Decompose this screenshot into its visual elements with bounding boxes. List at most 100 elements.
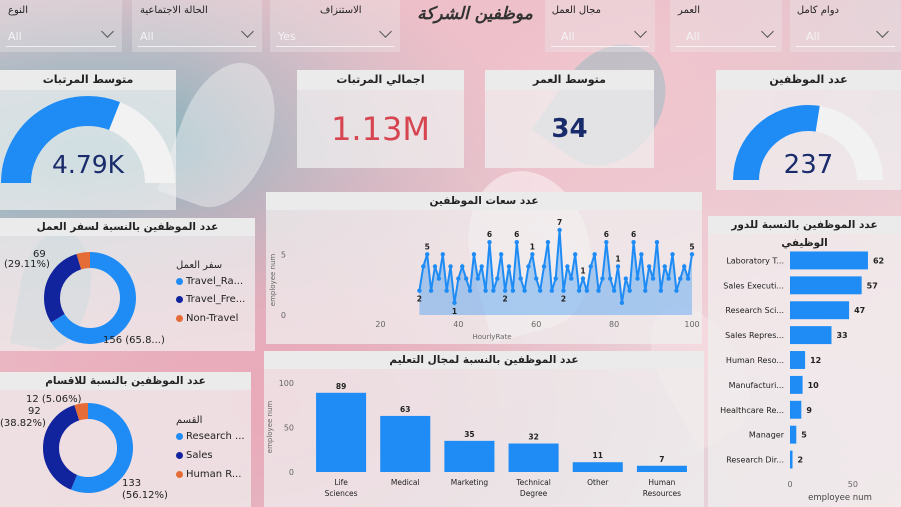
line-point[interactable] [650,276,656,281]
hourly-rate-line-card[interactable]: عدد سعات الموظفين 20 40 60 80 100 0 5 HourlyRat… [266,192,702,344]
line-point[interactable] [545,239,551,245]
line-point[interactable] [666,276,671,281]
line-point[interactable] [514,239,519,245]
slicer-age[interactable]: العمر All [670,0,782,52]
bar[interactable] [790,450,793,469]
line-point[interactable] [537,288,543,293]
slicer-dropdown[interactable]: All [676,24,776,47]
line-point[interactable] [425,252,430,257]
line-point[interactable] [557,227,562,233]
line-point[interactable] [463,276,469,281]
bar[interactable] [790,326,832,345]
bar[interactable] [790,351,806,369]
job-role-bar-chart[interactable]: Laboratory T... 62 Sales Executi... 57 Resea… [708,234,901,507]
bar[interactable] [790,400,802,419]
line-point[interactable] [588,264,593,269]
bar[interactable] [508,443,559,472]
line-point[interactable] [487,239,492,245]
bar[interactable] [444,440,495,472]
line-point[interactable] [502,288,508,293]
line-point[interactable] [670,252,675,257]
bar[interactable] [572,462,623,472]
line-point[interactable] [619,300,625,306]
slicer-dropdown[interactable]: All [551,24,649,47]
slicer-gender[interactable]: النوع All [0,0,122,52]
line-point[interactable] [561,288,566,293]
line-point[interactable] [643,288,648,293]
line-point[interactable] [475,276,481,281]
line-point[interactable] [498,252,504,257]
legend-item[interactable]: Travel_Fre... [176,294,245,305]
line-point[interactable] [572,252,578,257]
line-point[interactable] [596,288,601,293]
line-point[interactable] [608,276,613,281]
slicer-dropdown[interactable]: All [796,24,895,47]
slicer-marital-status[interactable]: الحالة الاجتماعية All [132,0,262,52]
line-point[interactable] [452,300,457,306]
line-point[interactable] [654,239,660,245]
line-point[interactable] [615,264,621,269]
bar[interactable] [790,276,862,295]
line-point[interactable] [689,252,695,257]
slicer-dropdown[interactable]: All [138,24,256,47]
slicer-full-time[interactable]: دوام كامل All [790,0,901,52]
line-point[interactable] [506,264,512,269]
slicer-dropdown[interactable]: Yes [276,24,394,47]
job-role-bar-card[interactable]: عدد الموظفين بالنسبة للدور الوظيفي Labor… [708,216,901,507]
line-point[interactable] [534,276,539,281]
bar[interactable] [790,251,868,270]
kpi-employee-count-card[interactable]: عدد الموظفين 237 [716,70,901,190]
legend-item[interactable]: Non-Travel [176,313,238,324]
line-point[interactable] [635,276,640,281]
line-point[interactable] [611,288,617,293]
line-point[interactable] [592,252,597,257]
line-point[interactable] [491,288,496,293]
line-point[interactable] [662,264,667,269]
line-point[interactable] [569,276,574,281]
line-point[interactable] [518,276,523,281]
line-point[interactable] [444,288,449,293]
hourly-rate-line-chart[interactable]: 20 40 60 80 100 0 5 HourlyRate employee num 2 5 1 6 2… [266,210,702,344]
line-point[interactable] [631,239,636,245]
line-point[interactable] [448,264,453,269]
slicer-dropdown[interactable]: All [6,24,116,47]
department-donut-card[interactable]: عدد الموظفين بالنسبة للاقسام 12 (5.06%) … [0,372,251,507]
line-point[interactable] [604,239,609,245]
bar[interactable] [316,392,367,472]
legend-item[interactable]: Research ... [176,431,245,442]
line-point[interactable] [549,288,555,293]
line-point[interactable] [530,252,535,257]
legend-item[interactable]: Human R... [176,469,241,480]
line-point[interactable] [522,288,527,293]
line-point[interactable] [417,288,422,293]
line-point[interactable] [471,252,477,257]
line-point[interactable] [440,252,445,257]
kpi-avg-age-card[interactable]: متوسط العمر 34 [485,70,654,168]
line-point[interactable] [483,288,488,293]
line-point[interactable] [432,264,438,269]
line-point[interactable] [495,276,500,281]
education-bar-chart[interactable]: 0 50 100 employee num 89 Life Sciences 63 Medica… [264,369,704,507]
bar[interactable] [636,465,687,472]
bar[interactable] [790,425,797,444]
education-bar-card[interactable]: عدد الموظفين بالنسبة لمجال التعليم 0 50 10… [264,351,704,507]
legend-item[interactable]: Travel_Ra... [176,276,243,287]
line-point[interactable] [565,264,570,269]
line-point[interactable] [627,288,632,293]
line-point[interactable] [467,288,473,293]
line-point[interactable] [646,264,652,269]
line-point[interactable] [685,276,691,281]
slicer-attrition[interactable]: الاستنزاف Yes [270,0,400,52]
line-point[interactable] [639,252,644,257]
line-point[interactable] [576,288,582,293]
bar[interactable] [790,375,803,394]
kpi-total-salary-card[interactable]: اجمالي المرتبات 1.13M [297,70,464,168]
line-point[interactable] [526,264,531,269]
line-point[interactable] [658,288,664,293]
line-point[interactable] [479,264,484,269]
line-point[interactable] [580,276,586,281]
line-point[interactable] [541,264,547,269]
line-point[interactable] [428,288,434,293]
bar[interactable] [380,415,431,472]
line-point[interactable] [456,276,461,281]
